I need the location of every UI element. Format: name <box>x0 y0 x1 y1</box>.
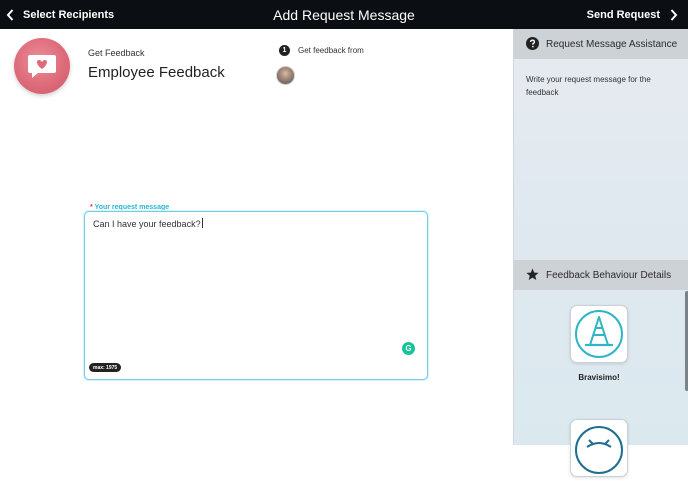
assistance-text: Write your request message for the feedb… <box>526 75 651 97</box>
top-bar: Select Recipients Add Request Message Se… <box>0 0 688 29</box>
behaviour-card-robot[interactable] <box>570 419 628 477</box>
step-label: Get feedback from <box>298 46 364 55</box>
required-marker: * <box>90 204 93 211</box>
robot-face-icon <box>575 426 623 474</box>
max-length-badge: max: 1975 <box>89 363 122 372</box>
help-circle-icon <box>526 37 539 50</box>
text-caret <box>201 218 203 228</box>
star-icon <box>526 268 539 280</box>
feedback-type-icon <box>14 38 70 94</box>
request-message-value: Can I have your feedback? <box>93 219 201 229</box>
back-button[interactable]: Select Recipients <box>6 0 114 29</box>
request-message-textarea[interactable]: Can I have your feedback? G max: 1975 <box>84 211 428 380</box>
behaviour-header: Feedback Behaviour Details <box>514 260 688 290</box>
request-message-text[interactable]: Can I have your feedback? <box>93 218 203 229</box>
request-message-label-text: Your request message <box>94 204 170 211</box>
assistance-title: Request Message Assistance <box>546 38 678 50</box>
send-request-label: Send Request <box>586 8 660 21</box>
send-request-button[interactable]: Send Request <box>587 0 678 29</box>
chevron-right-icon <box>670 8 678 21</box>
behaviour-title: Feedback Behaviour Details <box>546 269 672 281</box>
grammarly-icon[interactable]: G <box>402 342 415 355</box>
heart-speech-bubble-icon <box>28 55 56 78</box>
feedback-type-label: Get Feedback <box>88 48 145 58</box>
sidebar: Request Message Assistance Write your re… <box>513 29 688 477</box>
behaviour-card-label: Bravisimo! <box>578 373 620 382</box>
traffic-cone-icon <box>575 310 623 358</box>
chevron-left-icon <box>6 8 14 21</box>
step-number-badge: 1 <box>279 45 290 56</box>
feedback-title: Employee Feedback <box>88 64 225 81</box>
main-panel: Get Feedback Employee Feedback 1 Get fee… <box>0 29 513 445</box>
back-button-label: Select Recipients <box>23 8 115 21</box>
request-message-label: * Your request message <box>90 204 169 211</box>
recipients-step: 1 Get feedback from <box>279 45 364 56</box>
recipient-avatar[interactable] <box>276 66 295 85</box>
assistance-header: Request Message Assistance <box>514 29 688 59</box>
behaviour-card-bravisimo[interactable] <box>570 305 628 363</box>
